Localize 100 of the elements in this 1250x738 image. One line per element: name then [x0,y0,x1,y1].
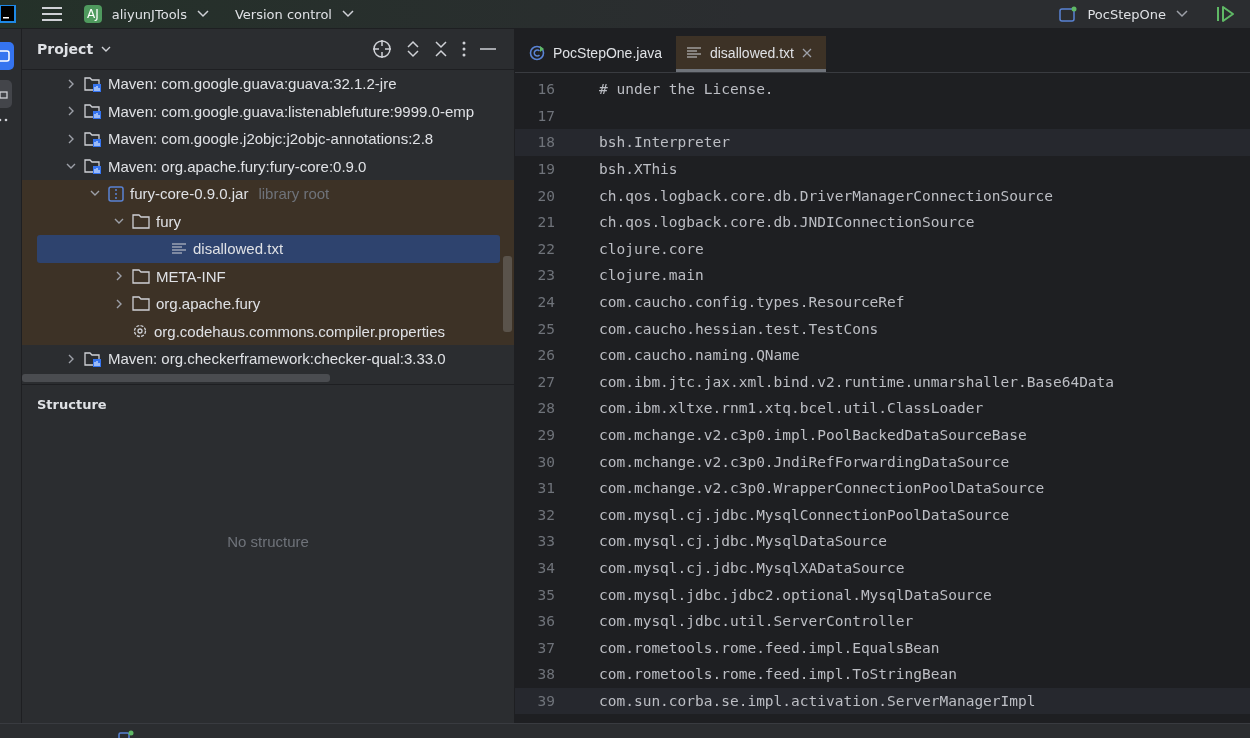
line-number: 30 [536,453,556,470]
code-line: com.rometools.rome.feed.impl.ToStringBean [599,666,957,683]
expand-all-icon[interactable] [406,40,420,58]
library-folder-icon [84,103,102,120]
horizontal-scrollbar[interactable] [22,374,330,382]
chevron-right-icon[interactable] [67,78,75,89]
line-number: 29 [536,427,556,443]
line-number: 34 [536,560,556,576]
line-number: 36 [536,613,556,630]
line-number: 38 [536,666,556,683]
chevron-down-icon[interactable] [90,190,100,198]
code-line: com.mysql.cj.jdbc.MysqlDataSource [599,533,888,550]
text-file-icon [171,242,187,255]
code-line: com.mysql.cj.jdbc.MysqlXADataSource [599,560,905,576]
chevron-right-icon[interactable] [115,298,123,309]
java-class-icon [529,44,545,61]
folder-icon [132,296,150,312]
line-number: 16 [536,81,556,98]
line-number: 39 [536,692,556,709]
tree-item[interactable]: Maven: org.apache.fury:fury-core:0.9.0 [22,152,500,180]
gear-icon [132,323,148,340]
chevron-down-icon[interactable] [114,217,124,225]
code-line: com.mchange.v2.c3p0.JndiRefForwardingDataSource [599,453,1010,470]
chevron-right-icon[interactable] [67,106,75,117]
chevron-down-icon[interactable] [197,10,209,18]
code-line: com.ibm.xltxe.rnm1.xtq.bcel.util.ClassLoader [599,400,984,417]
line-number: 21 [536,214,556,231]
run-config-dropdown[interactable]: PocStepOne [1087,6,1166,22]
folder-icon [132,268,150,284]
code-line: com.mchange.v2.c3p0.impl.PoolBackedDataSourceBase [599,427,1027,443]
more-icon[interactable] [0,118,8,122]
locate-icon[interactable] [372,39,392,59]
chevron-right-icon[interactable] [67,133,75,144]
window-icon [1059,6,1078,22]
line-number: 33 [536,533,556,550]
window-icon[interactable] [118,730,134,738]
project-badge: AJ [84,5,102,23]
structure-icon[interactable] [0,80,12,108]
empty-message: No structure [227,533,309,550]
code-line: clojure.main [599,267,704,284]
line-number: 20 [536,187,556,204]
code-line: ch.qos.logback.core.db.JNDIConnectionSource [599,214,975,231]
code-line: com.mysql.jdbc.util.ServerController [599,613,914,630]
library-folder-icon [84,75,102,92]
code-line: com.mchange.v2.c3p0.WrapperConnectionPoolDataSource [599,480,1045,497]
line-number: 22 [536,240,556,257]
tree-item[interactable]: Maven: com.google.guava:listenablefuture:9999.0-emp [22,97,500,125]
vertical-scrollbar[interactable] [503,256,512,332]
library-folder-icon [84,350,102,367]
code-line: com.ibm.jtc.jax.xml.bind.v2.runtime.unmarshaller.Base64Data [599,373,1115,390]
tree-item[interactable]: Maven: org.checkerframework:checker-qual:3.33.0 [22,345,500,373]
resume-icon[interactable] [1216,5,1236,23]
line-number: 23 [536,267,556,284]
code-line: com.caucho.config.types.ResourceRef [599,294,905,311]
version-control-dropdown[interactable]: Version control [235,6,332,22]
line-number: 24 [536,294,556,311]
code-line: bsh.Interpreter [599,134,730,151]
chevron-down-icon[interactable] [66,162,76,170]
more-options-icon[interactable] [462,41,466,57]
archive-icon [108,185,124,202]
line-number: 25 [536,320,556,337]
code-line: com.mysql.jdbc.jdbc2.optional.MysqlDataSource [599,586,992,603]
chevron-down-icon[interactable] [342,10,354,18]
panel-title[interactable]: Project [37,41,94,57]
library-folder-icon [84,158,102,175]
line-number: 17 [536,107,556,124]
library-folder-icon [84,130,102,147]
editor-tab[interactable]: disallowed.txt [675,36,826,72]
folder-icon [132,213,150,229]
project-dropdown[interactable]: aliyunJTools [111,6,187,22]
line-number: 31 [536,480,556,497]
library-root-label: library root [258,185,330,203]
code-line: ch.qos.logback.core.db.DriverManagerConnectionSource [599,187,1053,204]
chevron-down-icon[interactable] [1176,10,1188,18]
chevron-right-icon[interactable] [115,271,123,282]
line-number: 32 [536,506,556,523]
code-line: com.caucho.naming.QName [599,347,800,364]
chevron-right-icon[interactable] [67,353,75,364]
tree-item[interactable]: Maven: com.google.j2objc:j2objc-annotations:2.8 [22,125,500,153]
code-line: com.mysql.cj.jdbc.MysqlConnectionPoolDataSource [599,506,1010,523]
code-line: bsh.XThis [599,161,678,178]
app-logo-icon [0,5,16,23]
text-file-icon [685,46,702,59]
tree-item[interactable]: disallowed.txt [37,235,500,263]
collapse-all-icon[interactable] [434,40,448,58]
code-line: clojure.core [599,240,704,257]
tree-item[interactable]: Maven: com.google.guava:guava:32.1.2-jre [22,70,500,98]
line-number: 35 [536,586,556,603]
line-number: 27 [536,373,556,390]
line-number: 19 [536,161,556,178]
menu-icon[interactable] [42,6,62,22]
chevron-down-icon[interactable] [101,45,112,53]
editor-tab[interactable]: PocStepOne.java [519,36,676,72]
panel-title: Structure [37,397,107,412]
code-line: com.caucho.hessian.test.TestCons [599,320,879,337]
code-line: com.rometools.rome.feed.impl.EqualsBean [599,639,940,656]
minimize-icon[interactable] [480,47,496,51]
close-icon[interactable] [802,47,812,58]
line-number: 28 [536,400,556,417]
folder-icon[interactable] [0,42,14,70]
